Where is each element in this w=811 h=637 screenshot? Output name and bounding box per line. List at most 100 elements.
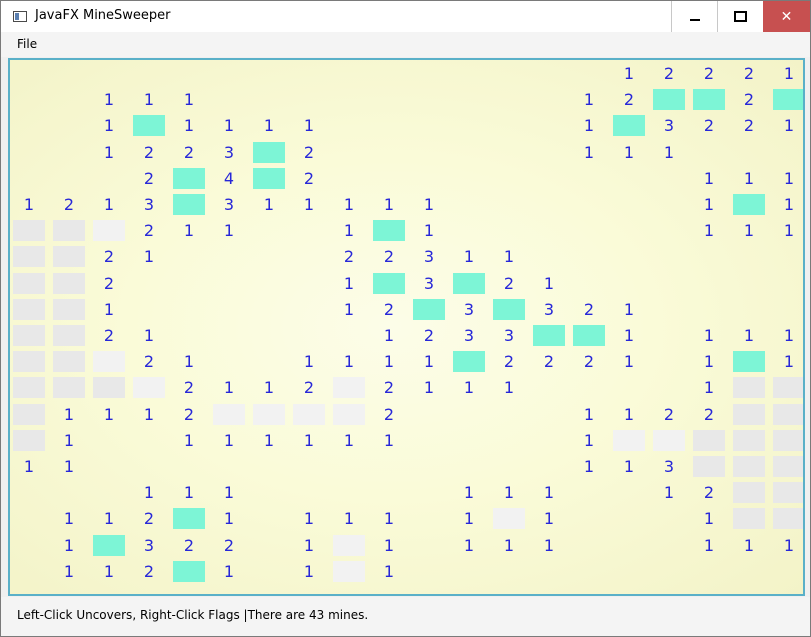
- number-cell[interactable]: 1: [13, 194, 45, 215]
- number-cell[interactable]: 1: [53, 430, 85, 451]
- number-cell[interactable]: 1: [293, 561, 325, 582]
- empty-cell[interactable]: [373, 63, 405, 84]
- empty-cell[interactable]: [413, 456, 445, 477]
- mine-cell[interactable]: [493, 299, 525, 320]
- number-cell[interactable]: 2: [213, 535, 245, 556]
- number-cell[interactable]: 1: [93, 115, 125, 136]
- number-cell[interactable]: 1: [213, 482, 245, 503]
- number-cell[interactable]: 1: [413, 220, 445, 241]
- number-cell[interactable]: 1: [773, 535, 803, 556]
- number-cell[interactable]: 1: [93, 404, 125, 425]
- number-cell[interactable]: 4: [213, 168, 245, 189]
- empty-cell[interactable]: [413, 482, 445, 503]
- empty-cell[interactable]: [573, 194, 605, 215]
- covered-cell[interactable]: [653, 430, 685, 451]
- empty-cell[interactable]: [213, 273, 245, 294]
- number-cell[interactable]: 1: [613, 456, 645, 477]
- empty-cell[interactable]: [653, 325, 685, 346]
- number-cell[interactable]: 1: [573, 430, 605, 451]
- number-cell[interactable]: 3: [413, 273, 445, 294]
- covered-cell[interactable]: [733, 430, 765, 451]
- empty-cell[interactable]: [413, 142, 445, 163]
- empty-cell[interactable]: [653, 377, 685, 398]
- empty-cell[interactable]: [653, 535, 685, 556]
- empty-cell[interactable]: [733, 246, 765, 267]
- mine-cell[interactable]: [173, 168, 205, 189]
- empty-cell[interactable]: [253, 561, 285, 582]
- empty-cell[interactable]: [773, 246, 803, 267]
- empty-cell[interactable]: [173, 246, 205, 267]
- covered-cell[interactable]: [733, 508, 765, 529]
- empty-cell[interactable]: [173, 456, 205, 477]
- empty-cell[interactable]: [573, 246, 605, 267]
- empty-cell[interactable]: [13, 482, 45, 503]
- empty-cell[interactable]: [373, 89, 405, 110]
- mine-cell[interactable]: [453, 351, 485, 372]
- empty-cell[interactable]: [293, 89, 325, 110]
- covered-cell[interactable]: [333, 561, 365, 582]
- empty-cell[interactable]: [173, 273, 205, 294]
- number-cell[interactable]: 1: [293, 430, 325, 451]
- empty-cell[interactable]: [13, 561, 45, 582]
- number-cell[interactable]: 1: [293, 351, 325, 372]
- mine-cell[interactable]: [773, 89, 803, 110]
- covered-cell[interactable]: [13, 404, 45, 425]
- number-cell[interactable]: 3: [533, 299, 565, 320]
- empty-cell[interactable]: [573, 220, 605, 241]
- number-cell[interactable]: 3: [213, 194, 245, 215]
- covered-cell[interactable]: [773, 404, 803, 425]
- number-cell[interactable]: 1: [93, 194, 125, 215]
- number-cell[interactable]: 2: [373, 299, 405, 320]
- empty-cell[interactable]: [573, 377, 605, 398]
- number-cell[interactable]: 2: [173, 142, 205, 163]
- empty-cell[interactable]: [693, 246, 725, 267]
- empty-cell[interactable]: [493, 194, 525, 215]
- covered-cell[interactable]: [333, 535, 365, 556]
- close-button[interactable]: ✕: [763, 1, 810, 32]
- number-cell[interactable]: 2: [293, 142, 325, 163]
- empty-cell[interactable]: [373, 168, 405, 189]
- empty-cell[interactable]: [413, 430, 445, 451]
- covered-cell[interactable]: [53, 299, 85, 320]
- number-cell[interactable]: 1: [373, 325, 405, 346]
- number-cell[interactable]: 1: [333, 430, 365, 451]
- number-cell[interactable]: 1: [333, 351, 365, 372]
- empty-cell[interactable]: [13, 535, 45, 556]
- empty-cell[interactable]: [253, 89, 285, 110]
- number-cell[interactable]: 1: [213, 430, 245, 451]
- number-cell[interactable]: 1: [613, 299, 645, 320]
- empty-cell[interactable]: [93, 456, 125, 477]
- number-cell[interactable]: 1: [133, 325, 165, 346]
- empty-cell[interactable]: [133, 456, 165, 477]
- number-cell[interactable]: 1: [733, 535, 765, 556]
- number-cell[interactable]: 1: [173, 351, 205, 372]
- number-cell[interactable]: 1: [333, 299, 365, 320]
- number-cell[interactable]: 1: [493, 246, 525, 267]
- empty-cell[interactable]: [13, 63, 45, 84]
- number-cell[interactable]: 3: [493, 325, 525, 346]
- number-cell[interactable]: 1: [53, 508, 85, 529]
- number-cell[interactable]: 1: [133, 89, 165, 110]
- number-cell[interactable]: 2: [693, 63, 725, 84]
- number-cell[interactable]: 1: [213, 508, 245, 529]
- number-cell[interactable]: 2: [733, 89, 765, 110]
- empty-cell[interactable]: [613, 535, 645, 556]
- mine-cell[interactable]: [253, 168, 285, 189]
- covered-cell[interactable]: [213, 404, 245, 425]
- empty-cell[interactable]: [653, 561, 685, 582]
- covered-cell[interactable]: [93, 220, 125, 241]
- number-cell[interactable]: 2: [373, 377, 405, 398]
- number-cell[interactable]: 1: [453, 482, 485, 503]
- empty-cell[interactable]: [653, 508, 685, 529]
- empty-cell[interactable]: [453, 561, 485, 582]
- covered-cell[interactable]: [13, 273, 45, 294]
- number-cell[interactable]: 2: [133, 561, 165, 582]
- empty-cell[interactable]: [733, 299, 765, 320]
- empty-cell[interactable]: [173, 63, 205, 84]
- empty-cell[interactable]: [493, 430, 525, 451]
- empty-cell[interactable]: [413, 63, 445, 84]
- empty-cell[interactable]: [333, 325, 365, 346]
- empty-cell[interactable]: [333, 482, 365, 503]
- empty-cell[interactable]: [773, 142, 803, 163]
- number-cell[interactable]: 1: [733, 168, 765, 189]
